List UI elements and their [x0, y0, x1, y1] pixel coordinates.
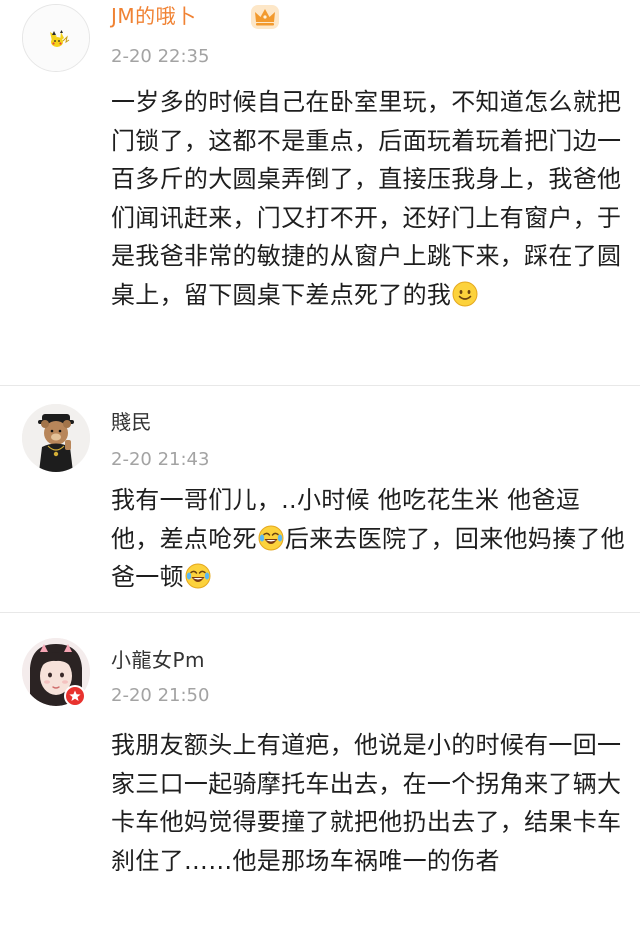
- username[interactable]: 小龍女Pm: [111, 647, 205, 673]
- laugh-cry-emoji-icon: [258, 525, 284, 550]
- comment-text: 一岁多的时候自己在卧室里玩，不知道怎么就把门锁了，这都不是重点，后面玩着玩着把门…: [111, 83, 626, 314]
- comment-item: 小龍女Pm 2-20 21:50 我朋友额头上有道疤，他说是小的时候有一回一家三…: [0, 613, 640, 926]
- comment-item: 賤民 2-20 21:43 我有一哥们儿，..小时候 他吃花生米 他爸逗他，差点…: [0, 386, 640, 612]
- username[interactable]: JM的哦卜: [111, 3, 197, 29]
- smile-emoji-icon: [452, 281, 478, 306]
- comment-text: 我有一哥们儿，..小时候 他吃花生米 他爸逗他，差点呛死 后来去医院了，回来他妈…: [111, 481, 626, 597]
- comment-text-body: 一岁多的时候自己在卧室里玩，不知道怎么就把门锁了，这都不是重点，后面玩着玩着把门…: [111, 88, 622, 309]
- avatar[interactable]: [22, 404, 90, 472]
- comment-time: 2-20 21:43: [111, 449, 210, 470]
- comment-time: 2-20 21:50: [111, 685, 210, 706]
- avatar[interactable]: [22, 4, 90, 72]
- pikachu-avatar-icon: [23, 5, 89, 71]
- comment-time: 2-20 22:35: [111, 46, 210, 67]
- crown-icon: [251, 5, 279, 29]
- comment-text: 我朋友额头上有道疤，他说是小的时候有一回一家三口一起骑摩托车出去，在一个拐角来了…: [111, 731, 622, 875]
- verified-badge-icon: [64, 685, 86, 707]
- comment-list: JM的哦卜 2-20 22:35 一岁多的时候自己在卧室里玩，不知道怎么就把门锁…: [0, 0, 640, 926]
- avatar[interactable]: [22, 638, 90, 707]
- bear-avatar-icon: [22, 404, 90, 472]
- laugh-cry-emoji-icon: [185, 563, 211, 589]
- username[interactable]: 賤民: [111, 409, 152, 435]
- comment-item: JM的哦卜 2-20 22:35 一岁多的时候自己在卧室里玩，不知道怎么就把门锁…: [0, 0, 640, 385]
